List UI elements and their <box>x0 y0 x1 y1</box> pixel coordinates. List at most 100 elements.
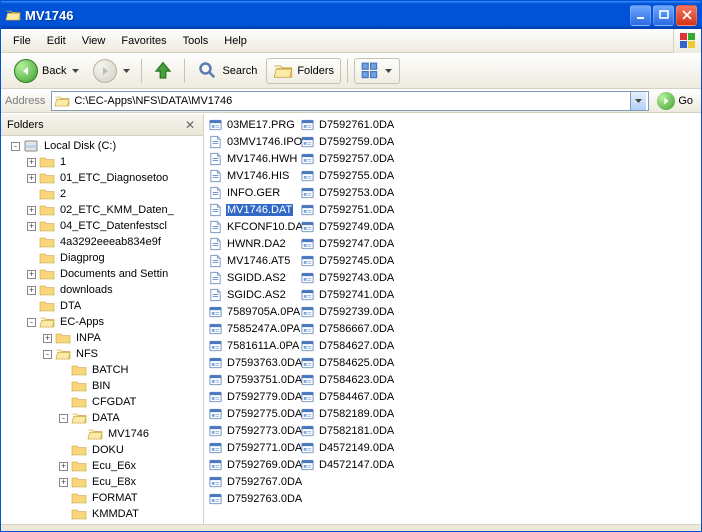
file-item[interactable]: 7585247A.0PA <box>208 320 300 337</box>
expand-toggle[interactable] <box>59 366 68 375</box>
expand-toggle[interactable] <box>59 510 68 519</box>
chevron-down-icon[interactable] <box>70 69 80 73</box>
tree-node[interactable]: +Documents and Settin <box>1 266 203 282</box>
expand-toggle[interactable]: + <box>27 222 36 231</box>
expand-toggle[interactable] <box>27 302 36 311</box>
expand-toggle[interactable]: + <box>27 158 36 167</box>
expand-toggle[interactable] <box>59 446 68 455</box>
tree-node[interactable]: +Ecu_E8x <box>1 474 203 490</box>
file-item[interactable]: MV1746.DAT <box>208 201 300 218</box>
file-item[interactable]: 03ME17.PRG <box>208 116 300 133</box>
tree-node[interactable]: +01_ETC_Diagnosetoo <box>1 170 203 186</box>
expand-toggle[interactable] <box>59 398 68 407</box>
tree-node[interactable]: MV1746 <box>1 426 203 442</box>
expand-toggle[interactable]: - <box>27 318 36 327</box>
file-item[interactable]: D7593763.0DA <box>208 354 300 371</box>
file-item[interactable]: MV1746.AT5 <box>208 252 300 269</box>
file-item[interactable]: D7582181.0DA <box>300 422 392 439</box>
tree-node[interactable]: Diagprog <box>1 250 203 266</box>
expand-toggle[interactable]: - <box>59 414 68 423</box>
folder-tree[interactable]: -Local Disk (C:)+1+01_ETC_Diagnosetoo2+0… <box>1 136 203 524</box>
expand-toggle[interactable] <box>75 430 84 439</box>
file-item[interactable]: 7589705A.0PA <box>208 303 300 320</box>
expand-toggle[interactable]: + <box>59 462 68 471</box>
file-item[interactable]: D7584625.0DA <box>300 354 392 371</box>
chevron-down-icon[interactable] <box>121 69 131 73</box>
tree-node[interactable]: DTA <box>1 298 203 314</box>
back-button[interactable]: Back <box>7 55 87 87</box>
file-item[interactable]: D7592759.0DA <box>300 133 392 150</box>
expand-toggle[interactable] <box>27 238 36 247</box>
file-item[interactable]: 03MV1746.IPO <box>208 133 300 150</box>
file-item[interactable]: D7592775.0DA <box>208 405 300 422</box>
file-item[interactable]: D7584627.0DA <box>300 337 392 354</box>
menu-tools[interactable]: Tools <box>175 32 217 50</box>
menu-file[interactable]: File <box>5 32 39 50</box>
close-pane-button[interactable]: ✕ <box>183 118 197 132</box>
tree-node[interactable]: +INPA <box>1 330 203 346</box>
file-item[interactable]: D7592749.0DA <box>300 218 392 235</box>
expand-toggle[interactable]: - <box>11 142 20 151</box>
expand-toggle[interactable] <box>27 254 36 263</box>
expand-toggle[interactable] <box>27 190 36 199</box>
file-item[interactable]: D4572147.0DA <box>300 456 392 473</box>
file-item[interactable]: INFO.GER <box>208 184 300 201</box>
tree-node[interactable]: -NFS <box>1 346 203 362</box>
chevron-down-icon[interactable] <box>383 69 393 73</box>
expand-toggle[interactable] <box>59 494 68 503</box>
tree-node[interactable]: -DATA <box>1 410 203 426</box>
tree-node[interactable]: BATCH <box>1 362 203 378</box>
file-item[interactable]: D7592771.0DA <box>208 439 300 456</box>
file-item[interactable]: D7592753.0DA <box>300 184 392 201</box>
tree-node[interactable]: 4a3292eeeab834e9f <box>1 234 203 250</box>
address-dropdown-button[interactable] <box>630 92 646 110</box>
tree-node[interactable]: -EC-Apps <box>1 314 203 330</box>
file-item[interactable]: D7592773.0DA <box>208 422 300 439</box>
go-button[interactable]: Go <box>653 92 697 110</box>
tree-node[interactable]: FORMAT <box>1 490 203 506</box>
close-button[interactable] <box>676 5 697 26</box>
file-item[interactable]: D7592763.0DA <box>208 490 300 507</box>
file-item[interactable]: D7582189.0DA <box>300 405 392 422</box>
file-item[interactable]: 7581611A.0PA <box>208 337 300 354</box>
tree-node[interactable]: DOKU <box>1 442 203 458</box>
expand-toggle[interactable]: - <box>43 350 52 359</box>
file-item[interactable]: KFCONF10.DA2 <box>208 218 300 235</box>
tree-node[interactable]: CFGDAT <box>1 394 203 410</box>
file-item[interactable]: D7593751.0DA <box>208 371 300 388</box>
tree-node[interactable]: BIN <box>1 378 203 394</box>
file-item[interactable]: D7592757.0DA <box>300 150 392 167</box>
tree-node[interactable]: +downloads <box>1 282 203 298</box>
tree-node[interactable]: +04_ETC_Datenfestscl <box>1 218 203 234</box>
file-item[interactable]: D7592779.0DA <box>208 388 300 405</box>
tree-node[interactable]: -Local Disk (C:) <box>1 138 203 154</box>
file-item[interactable]: D7592751.0DA <box>300 201 392 218</box>
expand-toggle[interactable]: + <box>27 174 36 183</box>
expand-toggle[interactable]: + <box>27 206 36 215</box>
tree-node[interactable]: +1 <box>1 154 203 170</box>
file-item[interactable]: D7586667.0DA <box>300 320 392 337</box>
titlebar[interactable]: MV1746 <box>1 1 701 29</box>
file-item[interactable]: D7592755.0DA <box>300 167 392 184</box>
file-item[interactable]: SGIDD.AS2 <box>208 269 300 286</box>
expand-toggle[interactable]: + <box>43 334 52 343</box>
tree-node[interactable]: KMMDAT <box>1 506 203 522</box>
file-item[interactable]: MV1746.HIS <box>208 167 300 184</box>
expand-toggle[interactable]: + <box>27 286 36 295</box>
file-item[interactable]: D7592745.0DA <box>300 252 392 269</box>
views-button[interactable] <box>354 58 400 84</box>
forward-button[interactable] <box>89 55 135 87</box>
files-pane[interactable]: 03ME17.PRG03MV1746.IPOMV1746.HWHMV1746.H… <box>204 114 701 524</box>
expand-toggle[interactable]: + <box>59 478 68 487</box>
file-item[interactable]: D7592747.0DA <box>300 235 392 252</box>
file-item[interactable]: D7592739.0DA <box>300 303 392 320</box>
file-item[interactable]: D4572149.0DA <box>300 439 392 456</box>
address-input[interactable]: C:\EC-Apps\NFS\DATA\MV1746 <box>51 91 649 111</box>
file-item[interactable]: D7584623.0DA <box>300 371 392 388</box>
file-item[interactable]: SGIDC.AS2 <box>208 286 300 303</box>
tree-node[interactable]: +02_ETC_KMM_Daten_ <box>1 202 203 218</box>
file-item[interactable]: D7592761.0DA <box>300 116 392 133</box>
file-item[interactable]: D7592767.0DA <box>208 473 300 490</box>
menu-favorites[interactable]: Favorites <box>113 32 174 50</box>
tree-node[interactable]: 2 <box>1 186 203 202</box>
